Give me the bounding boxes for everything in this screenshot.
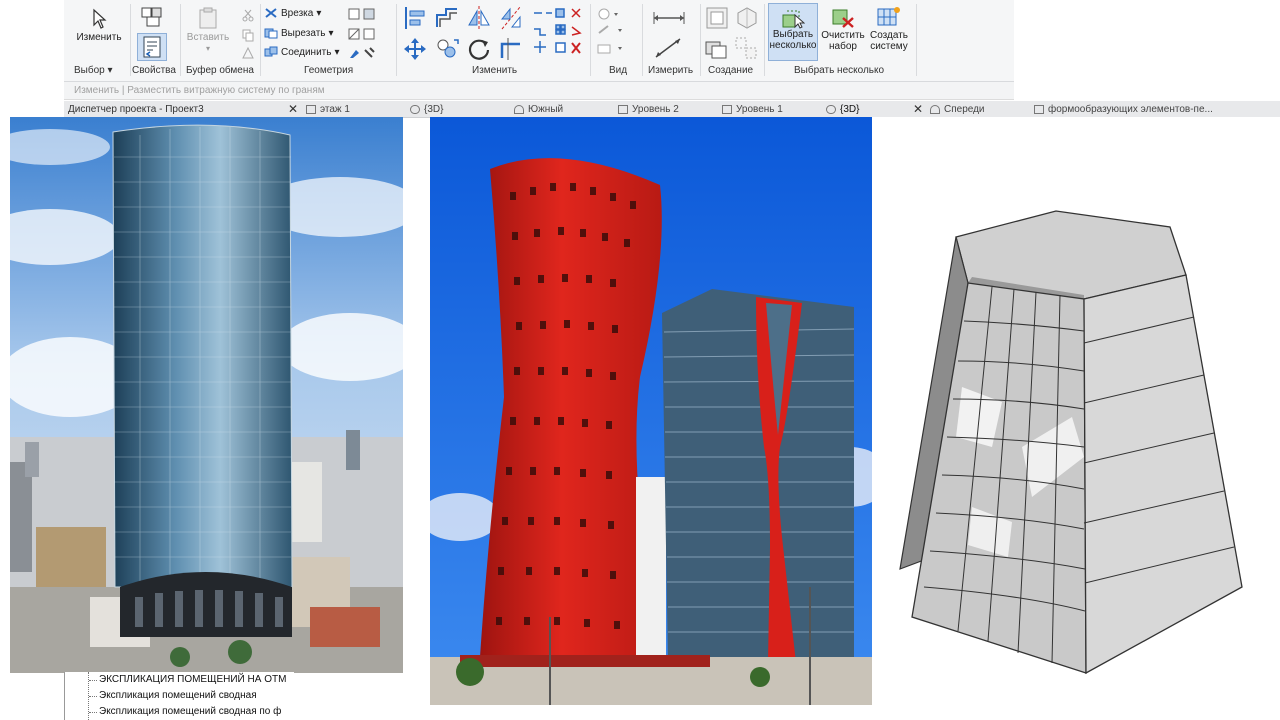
glass-tower-photo [10,117,403,673]
tab-3d-close-icon[interactable]: ✕ [913,102,923,116]
create-similar-icon[interactable] [734,36,760,62]
floor-plan-icon [306,105,316,114]
tab-level-1[interactable]: Уровень 1 [722,104,783,115]
clear-selection-icon [832,9,854,28]
options-bar: Изменить | Разместить витражную систему … [64,82,1014,100]
aligned-dimension-icon[interactable] [652,36,686,60]
project-browser-tree: ЭКСПЛИКАЦИЯ ПОМЕЩЕНИЙ НА ОТМ Экспликация… [64,672,294,720]
select-multiple-icon [782,10,805,29]
cut-icon[interactable] [241,8,255,22]
select-multiple-button[interactable]: Выбрать несколько [768,3,818,61]
select-multiple-line2: несколько [769,40,817,51]
copy-icon[interactable] [241,28,255,42]
tree-item[interactable]: Экспликация помещений сводная по ф [88,706,281,717]
trim-extend-icon[interactable] [498,36,524,62]
create-group-icon[interactable] [704,36,730,62]
copy-element-icon[interactable] [434,36,460,62]
view-panel-label: Вид [609,65,628,76]
elevation-icon [514,105,524,114]
ribbon-body: Изменить Выбор ▾ Свойства Вставить ▾ Буф… [64,0,1014,82]
paste-button[interactable]: Вставить ▾ [186,6,230,54]
create-panel-label: Создание [708,65,754,76]
match-type-icon[interactable] [241,46,255,60]
clear-selection-line2: набор [829,41,857,52]
create-system-line2: систему [870,41,908,52]
3d-view-icon [826,105,836,114]
create-parts-icon[interactable] [734,5,760,31]
clipboard-panel-label: Буфер обмена [186,65,254,76]
offset-icon[interactable] [434,5,460,31]
paint-icon[interactable] [348,46,378,60]
tab-level-2[interactable]: Уровень 2 [618,104,679,115]
project-browser-title: Диспетчер проекта - Проект3 [68,104,204,115]
join-button[interactable]: Соединить ▾ [264,46,339,58]
tree-item[interactable]: ЭКСПЛИКАЦИЯ ПОМЕЩЕНИЙ НА ОТМ [88,674,286,685]
wall-joins-icon[interactable] [348,7,378,21]
properties-panel-label: Свойства [132,65,176,76]
geometry-panel-label: Геометрия [304,65,354,76]
mirror-axis-icon[interactable] [466,5,492,31]
floor-plan-icon [618,105,628,114]
cut-geometry-icon [264,28,278,39]
select-multiple-line1: Выбрать [772,29,814,40]
project-browser-close-icon[interactable]: ✕ [288,102,298,116]
3d-view-icon [410,105,420,114]
create-system-line1: Создать [869,30,908,41]
red-tower-photo [430,117,872,705]
options-bar-hint: Изменить | Разместить витражную систему … [74,85,325,96]
properties-icon [143,36,161,58]
cut-geometry-button[interactable]: Вырезать ▾ [264,27,334,39]
clear-selection-line1: Очистить [821,30,865,41]
move-icon[interactable] [402,36,428,62]
tab-front[interactable]: Спереди [930,104,985,115]
tab-schedule[interactable]: формообразующих элементов-пе... [1034,104,1213,115]
create-system-icon [877,7,900,26]
measure-distance-icon[interactable] [652,8,686,28]
measure-panel-label: Измерить [648,65,694,76]
hide-in-view-icon[interactable] [596,7,636,63]
tab-3d-1[interactable]: {3D} [410,104,443,115]
modify-label: Изменить [76,32,122,43]
floor-plan-icon [722,105,732,114]
clipboard-icon [199,7,217,29]
split-element-icon[interactable] [532,7,592,63]
tab-south[interactable]: Южный [514,104,563,115]
3d-model-viewport [872,117,1280,720]
modify-button[interactable]: Изменить [70,8,128,43]
mirror-draw-icon[interactable] [498,5,524,31]
multi-select-panel-label: Выбрать несколько [794,65,885,76]
modify-panel-label: Изменить [472,65,518,76]
split-face-icon[interactable] [348,27,378,41]
tree-item[interactable]: Экспликация помещений сводная [89,690,257,701]
ribbon-left-strip [0,0,64,82]
tab-3d-active[interactable]: {3D} [826,104,859,115]
align-icon[interactable] [402,5,428,31]
ribbon: Изменить Выбор ▾ Свойства Вставить ▾ Буф… [0,0,1280,82]
paste-label: Вставить [186,32,230,43]
schedule-icon [1034,105,1044,114]
tab-floor-1[interactable]: этаж 1 [306,104,350,115]
type-properties-icon[interactable] [140,6,164,28]
cope-icon [265,8,277,18]
rotate-icon[interactable] [466,36,492,62]
join-icon [264,46,278,57]
cursor-arrow-icon [93,8,107,29]
clear-selection-button[interactable]: Очистить набор [820,6,866,52]
select-panel-label[interactable]: Выбор ▾ [74,65,113,76]
create-assembly-icon[interactable] [704,5,730,31]
cope-button[interactable]: Врезка ▾ [264,7,321,19]
view-tabs-row: Диспетчер проекта - Проект3 ✕ этаж 1 {3D… [64,101,1280,118]
create-system-button[interactable]: Создать систему [866,6,912,52]
properties-button[interactable] [137,33,167,61]
elevation-icon [930,105,940,114]
